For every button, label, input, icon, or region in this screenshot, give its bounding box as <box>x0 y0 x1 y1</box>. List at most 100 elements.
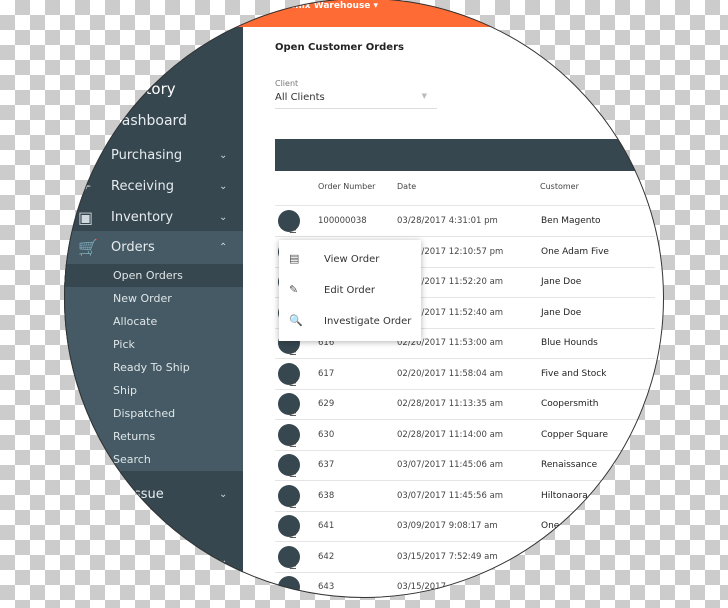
submenu-open-orders[interactable]: Open Orders <box>64 264 243 287</box>
sidebar-item-stock-issue[interactable]: Stock Issue ⌄ <box>64 479 243 510</box>
order-date: 03/15/2017 <box>397 582 446 592</box>
menu-item-investigate-order[interactable]: 🔍 Investigate Order <box>279 307 421 337</box>
submenu-ready-to-ship[interactable]: Ready To Ship <box>64 356 243 379</box>
sidebar-item-label: Orders <box>111 240 155 255</box>
customer-name: Jane Doe <box>541 277 582 287</box>
chevron-up-icon: ⌃ <box>219 242 228 253</box>
menu-item-edit-order[interactable]: ✎ Edit Order <box>279 276 421 306</box>
submenu-new-order[interactable]: New Order <box>64 287 243 310</box>
submenu-returns[interactable]: Returns <box>64 425 243 448</box>
table-row[interactable]: ☰ 100000038 03/28/2017 4:31:01 pm Ben Ma… <box>275 206 655 237</box>
table-row[interactable]: ☰ 643 03/15/2017 <box>275 572 655 598</box>
customer-name: Copper Square <box>541 429 608 440</box>
submenu-ship[interactable]: Ship <box>64 379 243 402</box>
client-value: All Clients <box>275 92 325 103</box>
sidebar-item-label: Receiving <box>111 179 175 194</box>
submenu-allocate[interactable]: Allocate <box>64 310 243 333</box>
order-date: 03/07/2017 11:45:56 am <box>397 490 504 501</box>
table-row[interactable]: ☰ 637 03/07/2017 11:45:06 am Renaissance <box>275 450 655 481</box>
row-actions-button[interactable]: ☰ <box>278 576 300 598</box>
row-actions-button[interactable]: ☰ <box>278 454 300 480</box>
table-row[interactable]: ☰ 638 03/07/2017 11:45:56 am Hiltonaora <box>275 481 655 512</box>
table-toolbar <box>275 139 645 171</box>
logo: Inventory <box>104 80 176 98</box>
sidebar-item-label: Dashboard <box>111 112 187 129</box>
order-number: 638 <box>318 490 335 501</box>
submenu-search[interactable]: Search <box>64 448 243 471</box>
sidebar-item-more[interactable]: ⌄ <box>64 545 243 576</box>
top-bar: Phoenix Warehouse ▾ <box>64 0 664 27</box>
order-date: 02/20/2017 11:58:04 am <box>397 368 504 379</box>
sidebar-item-label: Purchasing <box>111 148 183 163</box>
menu-item-view-order[interactable]: ▤ View Order <box>279 245 421 275</box>
row-actions-button[interactable]: ☰ <box>278 484 300 511</box>
row-actions-button[interactable]: ☰ <box>278 393 300 419</box>
customer-name: Five and Stock <box>541 368 607 379</box>
warehouse-label: Phoenix Warehouse <box>270 1 371 11</box>
sidebar-item-dashboard[interactable]: Dashboard <box>64 105 243 136</box>
row-actions-button[interactable]: ☰ <box>278 362 300 389</box>
sidebar-item-orders[interactable]: 🛒 Orders ⌃ <box>64 231 243 264</box>
chevron-down-icon: ⌄ <box>219 212 228 223</box>
orders-table-body: ☰ 100000038 03/28/2017 4:31:01 pm Ben Ma… <box>275 205 655 598</box>
row-actions-button[interactable]: ☰ <box>278 423 300 450</box>
row-actions-button[interactable]: ☰ <box>278 545 300 572</box>
menu-item-label: Investigate Order <box>324 316 412 327</box>
chevron-down-icon: ⌄ <box>219 150 228 161</box>
order-date: 03/15/2017 7:52:49 am <box>397 551 498 562</box>
table-row[interactable]: ☰ 617 02/20/2017 11:58:04 am Five and St… <box>275 359 655 390</box>
cart-icon: 🛒 <box>78 238 98 257</box>
table-row[interactable]: ☰ 629 02/28/2017 11:13:35 am Coopersmith <box>275 389 655 420</box>
menu-item-label: Edit Order <box>324 285 375 296</box>
sidebar-item-label: Stock Issue <box>90 487 164 502</box>
chevron-down-icon: ⌄ <box>219 489 228 500</box>
column-header-order-number[interactable]: Order Number <box>318 182 375 191</box>
investigate-icon: 🔍 <box>289 314 303 327</box>
order-number: 100000038 <box>318 216 367 226</box>
customer-name: One <box>541 521 560 531</box>
customer-name: Hiltonaora <box>541 490 588 501</box>
customer-name: Ben Magento <box>541 216 601 226</box>
order-number: 629 <box>318 399 335 409</box>
customer-name: Renaissance <box>541 460 598 470</box>
chevron-down-icon: ▼ <box>421 92 427 100</box>
submenu-dispatched[interactable]: Dispatched <box>64 402 243 425</box>
customer-name: Coopersmith <box>541 399 599 409</box>
sidebar-item-label: Inventory <box>111 210 174 225</box>
order-date: 03/09/2017 9:08:17 am <box>397 521 498 531</box>
row-actions-button[interactable]: ☰ <box>278 515 300 541</box>
customer-name: One Adam Five <box>541 246 609 257</box>
app-window: Phoenix Warehouse ▾ Inventory Dashboard … <box>64 0 664 598</box>
sidebar-item-receiving[interactable]: ✈ Receiving ⌄ <box>64 171 243 202</box>
order-number: 637 <box>318 460 335 470</box>
chevron-down-icon: ⌄ <box>219 181 228 192</box>
order-number: 641 <box>318 521 335 531</box>
table-row[interactable]: ☰ 630 02/28/2017 11:14:00 am Copper Squa… <box>275 420 655 451</box>
customer-name: Jane Doe <box>541 307 582 318</box>
order-number: 643 <box>318 582 335 592</box>
submenu-pick[interactable]: Pick <box>64 333 243 356</box>
client-select[interactable]: All Clients ▼ <box>275 92 437 109</box>
column-header-date[interactable]: Date <box>397 182 416 191</box>
plane-icon: ✈ <box>78 177 92 196</box>
table-row[interactable]: ☰ 642 03/15/2017 7:52:49 am <box>275 542 655 573</box>
pencil-icon: ✎ <box>289 283 299 296</box>
order-date: 03/28/2017 4:31:01 pm <box>397 216 498 226</box>
box-icon: ▣ <box>78 208 94 227</box>
table-row[interactable]: ☰ 641 03/09/2017 9:08:17 am One <box>275 511 655 542</box>
order-date: 02/28/2017 11:13:35 am <box>397 399 504 409</box>
client-label: Client <box>275 79 299 88</box>
chevron-down-icon: ⌄ <box>219 555 228 566</box>
order-date: 02/28/2017 11:14:00 am <box>397 429 504 440</box>
view-icon: ▤ <box>289 252 300 265</box>
order-number: 642 <box>318 551 335 562</box>
row-actions-button[interactable]: ☰ <box>278 210 300 236</box>
column-header-customer[interactable]: Customer <box>540 182 579 191</box>
orders-submenu: Open Orders New Order Allocate Pick Read… <box>64 264 243 471</box>
sidebar-item-purchasing[interactable]: Purchasing ⌄ <box>64 140 243 171</box>
customer-name: Blue Hounds <box>541 338 598 348</box>
order-number: 630 <box>318 429 335 440</box>
sidebar: Inventory Dashboard Purchasing ⌄ ✈ Receivi… <box>64 27 243 597</box>
sidebar-item-inventory[interactable]: ▣ Inventory ⌄ <box>64 202 243 233</box>
warehouse-selector[interactable]: Phoenix Warehouse ▾ <box>270 1 378 11</box>
